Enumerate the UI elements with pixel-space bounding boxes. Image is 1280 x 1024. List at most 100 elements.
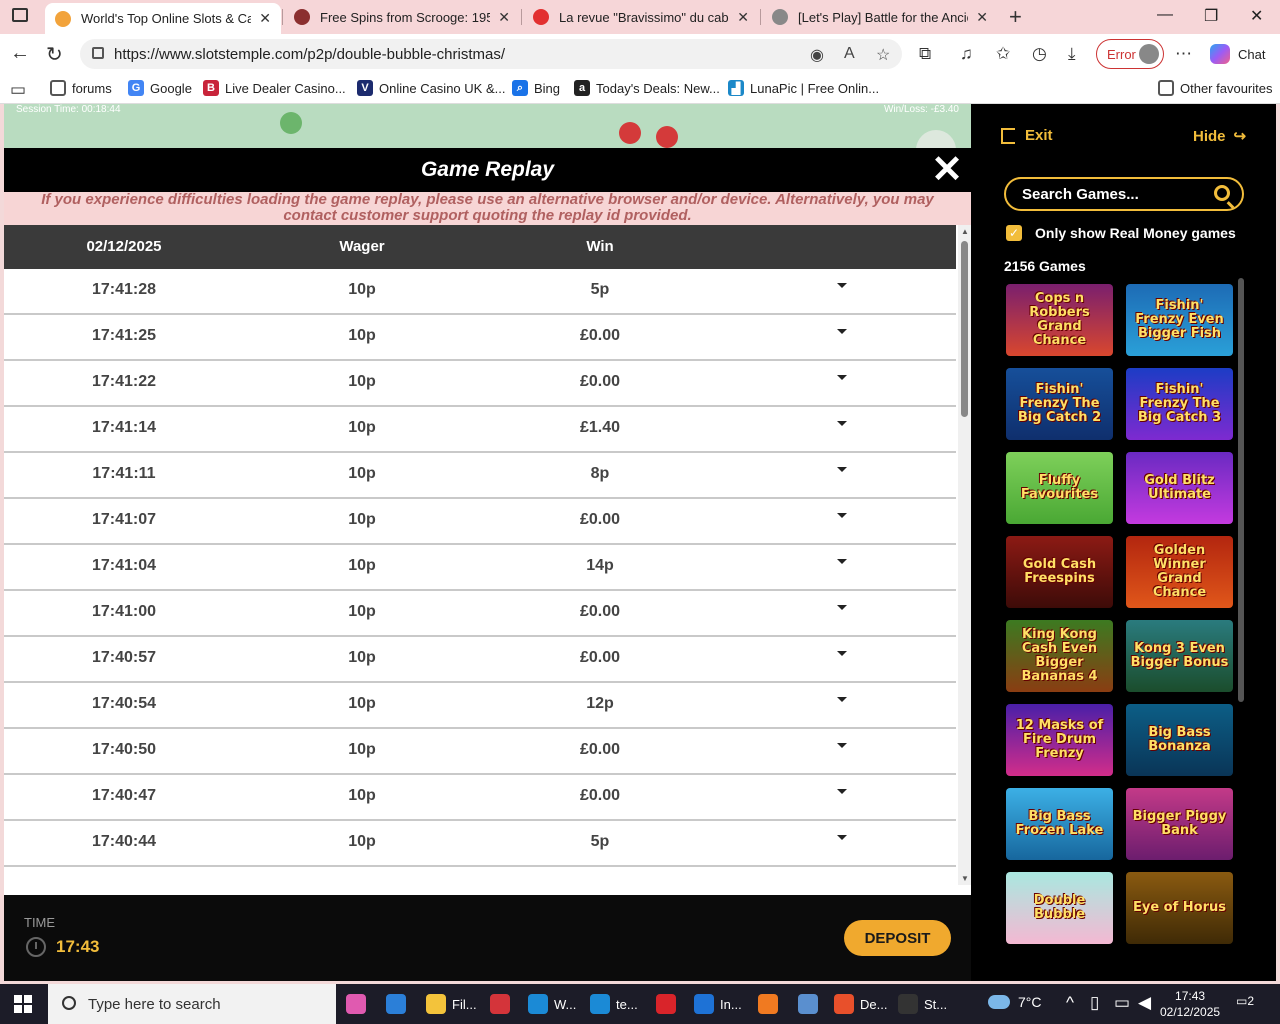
- taskbar-app[interactable]: [386, 994, 412, 1014]
- read-aloud-icon[interactable]: A: [844, 45, 855, 63]
- history-icon[interactable]: ◷: [1032, 44, 1047, 64]
- game-tile[interactable]: Double Bubble: [1006, 872, 1113, 944]
- game-tile[interactable]: Gold Blitz Ultimate: [1126, 452, 1233, 524]
- extensions-icon[interactable]: ⧉: [919, 44, 931, 64]
- downloads-icon[interactable]: ⤓: [1068, 44, 1076, 64]
- minimize-icon[interactable]: —: [1157, 6, 1173, 24]
- hide-button[interactable]: Hide ↪: [1193, 127, 1246, 145]
- game-tile[interactable]: Bigger Piggy Bank: [1126, 788, 1233, 860]
- table-row[interactable]: 17:41:14 10p £1.40: [4, 407, 956, 453]
- expand-row-icon[interactable]: [837, 605, 847, 610]
- expand-row-icon[interactable]: [837, 743, 847, 748]
- battery-icon[interactable]: ▯: [1090, 993, 1099, 1013]
- game-tile[interactable]: Fluffy Favourites: [1006, 452, 1113, 524]
- table-row[interactable]: 17:41:25 10p £0.00: [4, 315, 956, 361]
- taskbar-app[interactable]: [656, 994, 682, 1014]
- tab-close-icon[interactable]: ✕: [498, 9, 510, 26]
- table-row[interactable]: 17:41:00 10p £0.00: [4, 591, 956, 637]
- game-tile[interactable]: Gold Cash Freespins: [1006, 536, 1113, 608]
- expand-row-icon[interactable]: [837, 559, 847, 564]
- taskbar-search-input[interactable]: Type here to search: [48, 984, 336, 1024]
- taskbar-app[interactable]: [490, 994, 516, 1014]
- favourite-link[interactable]: ⌕ Bing: [512, 80, 560, 96]
- table-row[interactable]: 17:41:22 10p £0.00: [4, 361, 956, 407]
- expand-row-icon[interactable]: [837, 789, 847, 794]
- taskbar-app[interactable]: W...: [528, 994, 576, 1014]
- game-tile[interactable]: Golden Winner Grand Chance: [1126, 536, 1233, 608]
- favourite-link[interactable]: G Google: [128, 80, 192, 96]
- new-tab-button[interactable]: +: [1009, 4, 1022, 30]
- network-icon[interactable]: ▭: [1114, 993, 1130, 1013]
- tray-chevron-icon[interactable]: ^: [1066, 993, 1074, 1013]
- other-favourites[interactable]: Other favourites: [1158, 80, 1273, 96]
- games-scrollbar[interactable]: [1238, 278, 1244, 702]
- deposit-button[interactable]: DEPOSIT: [844, 920, 951, 956]
- table-row[interactable]: 17:41:11 10p 8p: [4, 453, 956, 499]
- taskbar-app[interactable]: Fil...: [426, 994, 477, 1014]
- table-row[interactable]: 17:40:50 10p £0.00: [4, 729, 956, 775]
- game-tile[interactable]: Eye of Horus: [1126, 872, 1233, 944]
- tab-actions-icon[interactable]: [12, 8, 28, 22]
- url-field[interactable]: https://www.slotstemple.com/p2p/double-b…: [80, 39, 902, 69]
- taskbar-app[interactable]: [798, 994, 824, 1014]
- search-icon[interactable]: [1214, 185, 1230, 201]
- favourite-link[interactable]: ▟ LunaPic | Free Onlin...: [728, 80, 879, 96]
- more-menu-icon[interactable]: ⋯: [1175, 44, 1192, 64]
- table-row[interactable]: 17:40:44 10p 5p: [4, 821, 956, 867]
- scroll-thumb[interactable]: [961, 241, 968, 417]
- expand-row-icon[interactable]: [837, 835, 847, 840]
- game-tile[interactable]: Fishin' Frenzy Even Bigger Fish: [1126, 284, 1233, 356]
- expand-row-icon[interactable]: [837, 467, 847, 472]
- expand-row-icon[interactable]: [837, 651, 847, 656]
- expand-row-icon[interactable]: [837, 329, 847, 334]
- table-row[interactable]: 17:40:57 10p £0.00: [4, 637, 956, 683]
- favourite-link[interactable]: B Live Dealer Casino...: [203, 80, 346, 96]
- game-tile[interactable]: Kong 3 Even Bigger Bonus: [1126, 620, 1233, 692]
- taskbar-app[interactable]: [346, 994, 372, 1014]
- tab-close-icon[interactable]: ✕: [737, 9, 749, 26]
- windows-start-icon[interactable]: [14, 995, 32, 1013]
- refresh-icon[interactable]: ↻: [46, 42, 63, 67]
- notifications-icon[interactable]: ▭2: [1236, 994, 1254, 1008]
- sidebar-toggle-icon[interactable]: ▭: [10, 80, 26, 100]
- tab-close-icon[interactable]: ✕: [259, 10, 271, 27]
- game-search-input[interactable]: Search Games...: [1004, 177, 1244, 211]
- table-row[interactable]: 17:40:47 10p £0.00: [4, 775, 956, 821]
- close-icon[interactable]: ✕: [929, 151, 965, 189]
- volume-icon[interactable]: ◀: [1138, 993, 1151, 1013]
- scroll-down-icon[interactable]: ▼: [961, 874, 969, 883]
- table-row[interactable]: 17:41:04 10p 14p: [4, 545, 956, 591]
- game-tile[interactable]: Big Bass Bonanza: [1126, 704, 1233, 776]
- browser-tab[interactable]: World's Top Online Slots & Casino ✕: [45, 3, 281, 34]
- taskbar-app[interactable]: St...: [898, 994, 947, 1014]
- taskbar-app[interactable]: [758, 994, 784, 1014]
- game-tile[interactable]: 12 Masks of Fire Drum Frenzy: [1006, 704, 1113, 776]
- favourite-link[interactable]: forums: [50, 80, 112, 96]
- expand-row-icon[interactable]: [837, 513, 847, 518]
- game-button[interactable]: [916, 130, 956, 148]
- taskbar-app[interactable]: In...: [694, 994, 742, 1014]
- game-tile[interactable]: Big Bass Frozen Lake: [1006, 788, 1113, 860]
- game-tile[interactable]: Cops n Robbers Grand Chance: [1006, 284, 1113, 356]
- window-close-icon[interactable]: ✕: [1250, 6, 1263, 26]
- profile-error-button[interactable]: Error: [1096, 39, 1164, 69]
- expand-row-icon[interactable]: [837, 697, 847, 702]
- tab-close-icon[interactable]: ✕: [976, 9, 988, 26]
- real-money-checkbox[interactable]: ✓: [1006, 225, 1022, 241]
- browser-tab[interactable]: La revue "Bravissimo" du cabaret ✕: [523, 0, 759, 34]
- weather-widget[interactable]: 7°C: [988, 994, 1042, 1010]
- expand-row-icon[interactable]: [837, 283, 847, 288]
- system-clock[interactable]: 17:43 02/12/2025: [1160, 988, 1220, 1020]
- table-row[interactable]: 17:41:07 10p £0.00: [4, 499, 956, 545]
- table-row[interactable]: 17:41:28 10p 5p: [4, 269, 956, 315]
- game-tile[interactable]: Fishin' Frenzy The Big Catch 2: [1006, 368, 1113, 440]
- replay-scrollbar[interactable]: ▲ ▼: [958, 225, 971, 885]
- taskbar-app[interactable]: te...: [590, 994, 638, 1014]
- game-tile[interactable]: King Kong Cash Even Bigger Bananas 4: [1006, 620, 1113, 692]
- favourites-icon[interactable]: ✩: [996, 44, 1010, 64]
- favourite-link[interactable]: V Online Casino UK &...: [357, 80, 505, 96]
- exit-button[interactable]: Exit: [1001, 127, 1053, 144]
- browser-tab[interactable]: [Let's Play] Battle for the Ancient ✕: [762, 0, 998, 34]
- browser-tab[interactable]: Free Spins from Scrooge: 1950EUR ✕: [284, 0, 520, 34]
- tracking-prevention-icon[interactable]: ◉: [810, 45, 824, 65]
